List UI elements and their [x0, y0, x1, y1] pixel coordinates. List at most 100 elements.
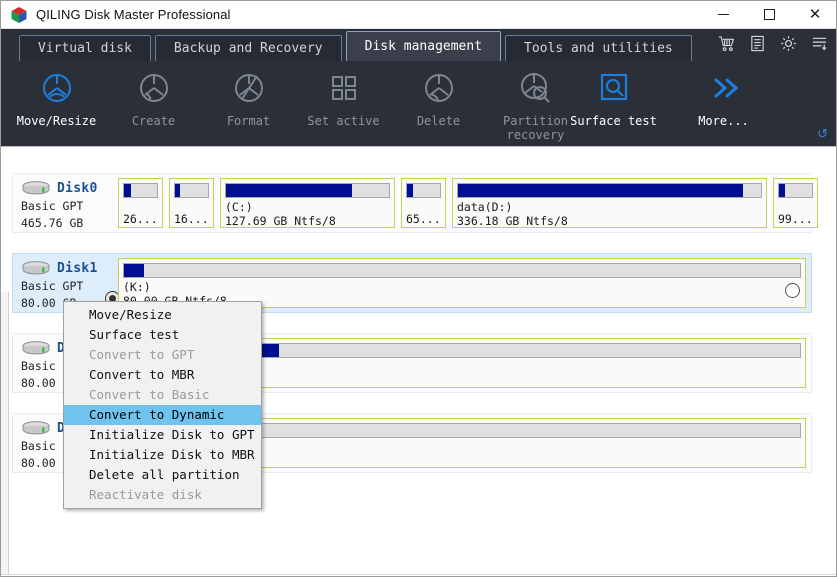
disk-name: Disk0 [57, 180, 98, 196]
context-menu-label: Convert to Dynamic [89, 407, 225, 422]
partition-label: (C:) [225, 200, 253, 214]
title-bar: QILING Disk Master Professional ✕ [1, 1, 836, 29]
gear-icon[interactable] [780, 35, 797, 52]
cube-logo-icon [10, 6, 28, 24]
usage-bar [225, 183, 390, 198]
move-resize-icon [37, 69, 77, 109]
surface-test-icon [594, 69, 634, 109]
toolbar-button-set-active[interactable]: Set active [296, 69, 391, 128]
tab-disk-management[interactable]: Disk management [345, 31, 502, 61]
more-chevrons-icon [704, 69, 744, 109]
context-menu-label: Convert to GPT [89, 347, 195, 362]
refresh-corner-icon[interactable]: ↺ [817, 127, 828, 142]
toolbar-button-delete[interactable]: Delete [391, 69, 486, 128]
context-menu-label: Surface test [89, 327, 180, 342]
context-menu-item-surface-test[interactable]: Surface test [64, 325, 261, 345]
toolbar-button-more[interactable]: More... [676, 69, 771, 128]
partition-size: 127.69 GB Ntfs/8 [225, 214, 336, 228]
hard-disk-icon [21, 260, 51, 277]
partition-size: 16... [174, 212, 209, 226]
partition-block[interactable]: 65... [401, 178, 446, 228]
set-active-icon [324, 69, 364, 109]
tab-virtual-disk[interactable]: Virtual disk [19, 35, 151, 61]
context-menu-label: Initialize Disk to MBR [89, 447, 255, 462]
toolbar-button-move-resize[interactable]: Move/Resize [9, 69, 104, 128]
tab-label: Backup and Recovery [173, 41, 323, 56]
context-menu-item-initialize-disk-to-mbr[interactable]: Initialize Disk to MBR [64, 445, 261, 465]
usage-bar [123, 183, 158, 198]
context-menu-label: Convert to Basic [89, 387, 210, 402]
tab-bar-actions [718, 29, 828, 61]
partition-block[interactable]: 99... [773, 178, 818, 228]
toolbar-label: Delete [416, 114, 461, 128]
partition-size: 65... [406, 212, 441, 226]
window-controls: ✕ [700, 1, 836, 29]
toolbar-button-format[interactable]: Format [201, 69, 296, 128]
close-button[interactable]: ✕ [792, 1, 836, 29]
context-menu-label: Move/Resize [89, 307, 172, 322]
context-menu-item-move-resize[interactable]: Move/Resize [64, 305, 261, 325]
tab-backup-and-recovery[interactable]: Backup and Recovery [154, 35, 342, 61]
right-edge [832, 292, 836, 576]
toolbar-label: Set active [307, 114, 380, 128]
disk-type: Basic GPT [21, 199, 84, 213]
cart-icon[interactable] [718, 35, 735, 52]
right-resize-handle[interactable] [785, 283, 800, 298]
partition-block[interactable]: data(D:) 336.18 GB Ntfs/8 [452, 178, 767, 228]
partition-recovery-icon [516, 69, 556, 109]
partition-size: 336.18 GB Ntfs/8 [457, 214, 568, 228]
toolbar-label: Format [226, 114, 271, 128]
context-menu-label: Delete all partition [89, 467, 240, 482]
maximize-button[interactable] [746, 1, 792, 29]
disk-header: Disk0 Basic GPT 465.76 GB [13, 174, 118, 232]
menu-lines-icon[interactable] [811, 35, 828, 52]
hard-disk-icon [21, 340, 51, 357]
partition-size: 26... [123, 212, 158, 226]
disk-context-menu: Move/Resize Surface test Convert to GPT … [63, 301, 262, 509]
partition-block[interactable]: (C:) 127.69 GB Ntfs/8 [220, 178, 395, 228]
partition-block[interactable]: 16... [169, 178, 214, 228]
partition-label: data(D:) [457, 200, 513, 214]
toolbar-label: Surface test [570, 114, 657, 128]
usage-bar [406, 183, 441, 198]
context-menu-label: Initialize Disk to GPT [89, 427, 255, 442]
disk-name: Disk1 [57, 260, 98, 276]
context-menu-label: Convert to MBR [89, 367, 195, 382]
partition-label: (K:) [123, 280, 151, 294]
status-bar [1, 574, 836, 576]
usage-bar [778, 183, 813, 198]
document-list-icon[interactable] [749, 35, 766, 52]
partition-block[interactable]: 26... [118, 178, 163, 228]
toolbar-button-create[interactable]: Create [106, 69, 201, 128]
toolbar-label: Create [131, 114, 176, 128]
disk-type: Basic GPT [21, 279, 84, 293]
toolbar-button-surface-test[interactable]: Surface test [566, 69, 661, 128]
partition-size: 99... [778, 212, 813, 226]
hard-disk-icon [21, 420, 51, 437]
usage-bar [123, 263, 801, 278]
toolbar-label: Partition recovery [502, 114, 569, 142]
context-menu-item-convert-to-dynamic[interactable]: Convert to Dynamic [64, 405, 261, 425]
partition-strip: 26... 16... (C:) 127.69 GB Ntfs/8 65... [118, 174, 824, 232]
context-menu-item-reactivate-disk: Reactivate disk [64, 485, 261, 505]
context-menu-item-convert-to-mbr[interactable]: Convert to MBR [64, 365, 261, 385]
application-window: QILING Disk Master Professional ✕ Virtua… [0, 0, 837, 577]
disk-row[interactable]: Disk0 Basic GPT 465.76 GB 26... 16... (C… [12, 173, 818, 233]
context-menu-item-convert-to-gpt: Convert to GPT [64, 345, 261, 365]
create-icon [134, 69, 174, 109]
usage-bar [174, 183, 209, 198]
context-menu-item-initialize-disk-to-gpt[interactable]: Initialize Disk to GPT [64, 425, 261, 445]
disk-size: 465.76 GB [21, 216, 84, 230]
main-toolbar: Move/Resize Create Format Set active Del… [1, 61, 836, 146]
window-title: QILING Disk Master Professional [36, 7, 231, 22]
context-menu-item-delete-all-partition[interactable]: Delete all partition [64, 465, 261, 485]
usage-bar [457, 183, 762, 198]
delete-icon [419, 69, 459, 109]
toolbar-label: Move/Resize [16, 114, 97, 128]
minimize-button[interactable] [700, 1, 746, 29]
tab-label: Virtual disk [38, 41, 132, 56]
tab-bar: Virtual disk Backup and Recovery Disk ma… [1, 29, 836, 61]
close-icon: ✕ [808, 5, 822, 23]
context-menu-item-convert-to-basic: Convert to Basic [64, 385, 261, 405]
tab-tools-and-utilities[interactable]: Tools and utilities [505, 35, 692, 61]
